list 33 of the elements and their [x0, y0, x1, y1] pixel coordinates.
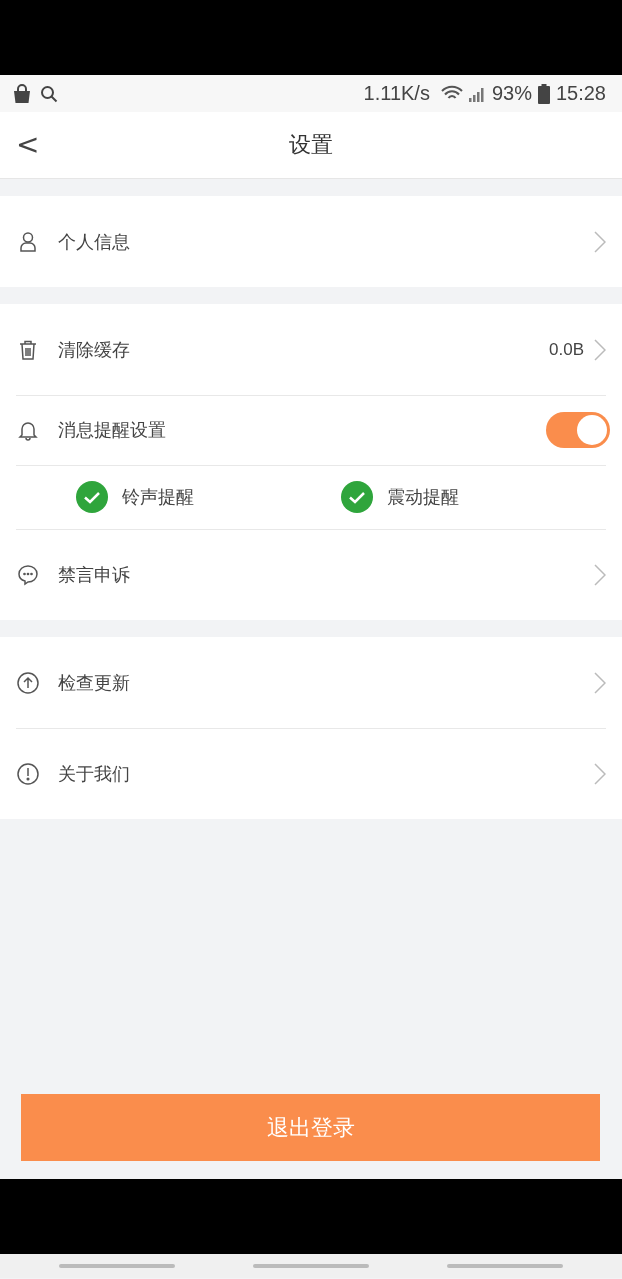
- row-label: 个人信息: [58, 230, 131, 254]
- chevron-right-icon: [594, 762, 606, 785]
- toggle-switch[interactable]: [546, 412, 610, 448]
- clock: 15:28: [555, 82, 606, 105]
- settings-row[interactable]: 清除缓存 0.0B: [0, 304, 622, 395]
- page-title: 设置: [289, 131, 333, 159]
- settings-row[interactable]: 个人信息: [0, 196, 622, 287]
- battery-percent: 93%: [491, 82, 532, 105]
- settings-row[interactable]: 禁言申诉: [0, 529, 622, 620]
- settings-row[interactable]: 检查更新: [0, 637, 622, 728]
- row-label: 消息提醒设置: [58, 419, 167, 442]
- battery-icon: [537, 83, 550, 104]
- row-label: 关于我们: [58, 762, 131, 786]
- upload-circle-icon: [16, 670, 40, 695]
- info-circle-icon: [16, 761, 40, 786]
- row-label: 清除缓存: [58, 338, 131, 362]
- chevron-right-icon: [594, 563, 606, 586]
- network-speed: 1.11K/s: [363, 82, 430, 105]
- shopping-bag-icon: [12, 83, 32, 104]
- settings-row[interactable]: 关于我们: [0, 728, 622, 819]
- chevron-right-icon: [594, 338, 606, 361]
- chevron-right-icon: [594, 671, 606, 694]
- row-label: 禁言申诉: [58, 563, 131, 587]
- search-icon: [40, 84, 58, 103]
- row-value: 0.0B: [549, 339, 584, 360]
- back-button[interactable]: <: [16, 130, 40, 160]
- option-label: 铃声提醒: [122, 486, 194, 509]
- check-circle-icon[interactable]: [341, 481, 373, 513]
- check-circle-icon[interactable]: [76, 481, 108, 513]
- chat-bubble-icon: [16, 562, 40, 587]
- option-label: 震动提醒: [387, 486, 459, 509]
- chevron-right-icon: [594, 230, 606, 253]
- row-label: 检查更新: [58, 671, 131, 695]
